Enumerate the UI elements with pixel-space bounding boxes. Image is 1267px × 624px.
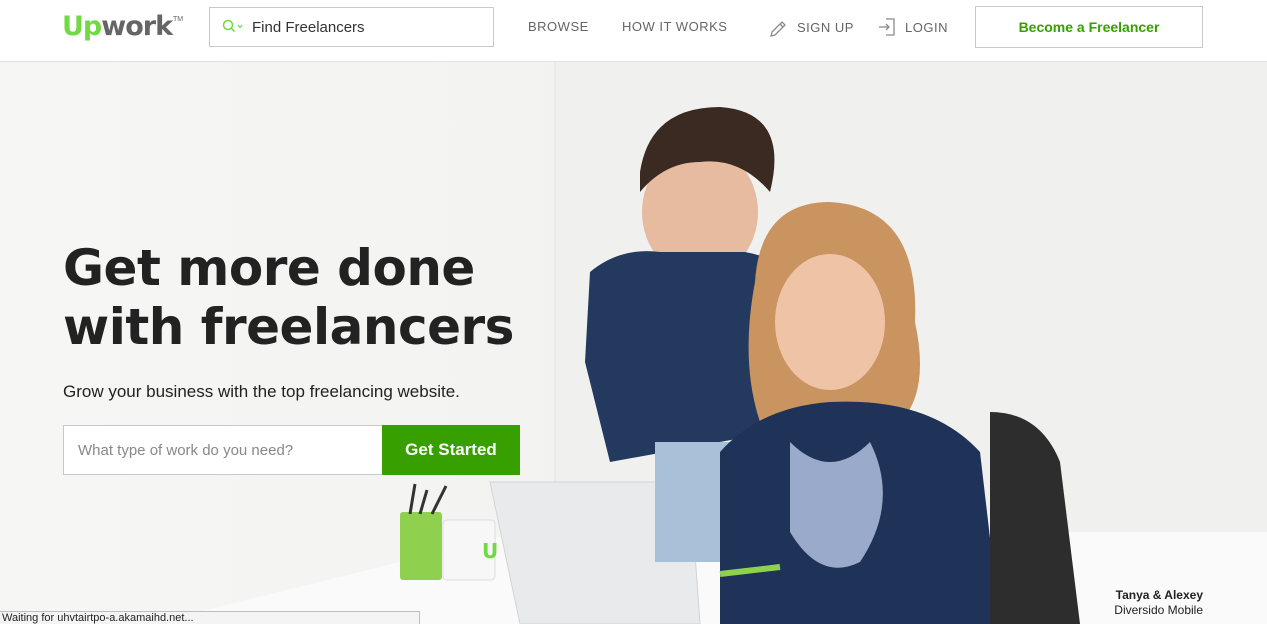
nav-login[interactable]: LOGIN: [877, 17, 948, 37]
hero-section: U Get more done with freelancers Grow yo…: [0, 62, 1267, 624]
logo-trademark: TM: [173, 16, 184, 23]
search-input[interactable]: [252, 12, 482, 42]
sign-up-label: SIGN UP: [797, 19, 854, 35]
browser-status-bar: Waiting for uhvtairtpo-a.akamaihd.net...: [0, 611, 420, 624]
upwork-logo[interactable]: Upwork TM: [62, 10, 183, 44]
work-type-input[interactable]: [63, 425, 383, 475]
headline-line-1: Get more done: [63, 239, 475, 297]
nav-sign-up[interactable]: SIGN UP: [769, 17, 854, 37]
nav-how-it-works[interactable]: HOW IT WORKS: [622, 19, 727, 34]
photo-caption: Tanya & Alexey Diversido Mobile: [1114, 588, 1203, 618]
search-icon[interactable]: [222, 17, 248, 37]
hero-subhead: Grow your business with the top freelanc…: [63, 382, 460, 401]
hero-headline: Get more done with freelancers: [63, 239, 583, 357]
headline-line-2: with freelancers: [63, 298, 514, 356]
caption-company: Diversido Mobile: [1114, 603, 1203, 617]
logo-up: Up: [62, 11, 102, 42]
become-freelancer-button[interactable]: Become a Freelancer: [975, 6, 1203, 48]
nav-browse[interactable]: BROWSE: [528, 19, 589, 34]
freelancer-search: [209, 7, 494, 47]
login-icon: [879, 18, 895, 36]
get-started-button[interactable]: Get Started: [382, 425, 520, 475]
top-header: Upwork TM BROWSE HOW IT WORKS SIGN UP LO…: [0, 0, 1267, 62]
svg-text:U: U: [482, 539, 498, 563]
pencil-icon: [770, 21, 786, 37]
caption-name: Tanya & Alexey: [1115, 588, 1203, 602]
login-label: LOGIN: [905, 19, 948, 35]
logo-work: work: [101, 11, 173, 42]
